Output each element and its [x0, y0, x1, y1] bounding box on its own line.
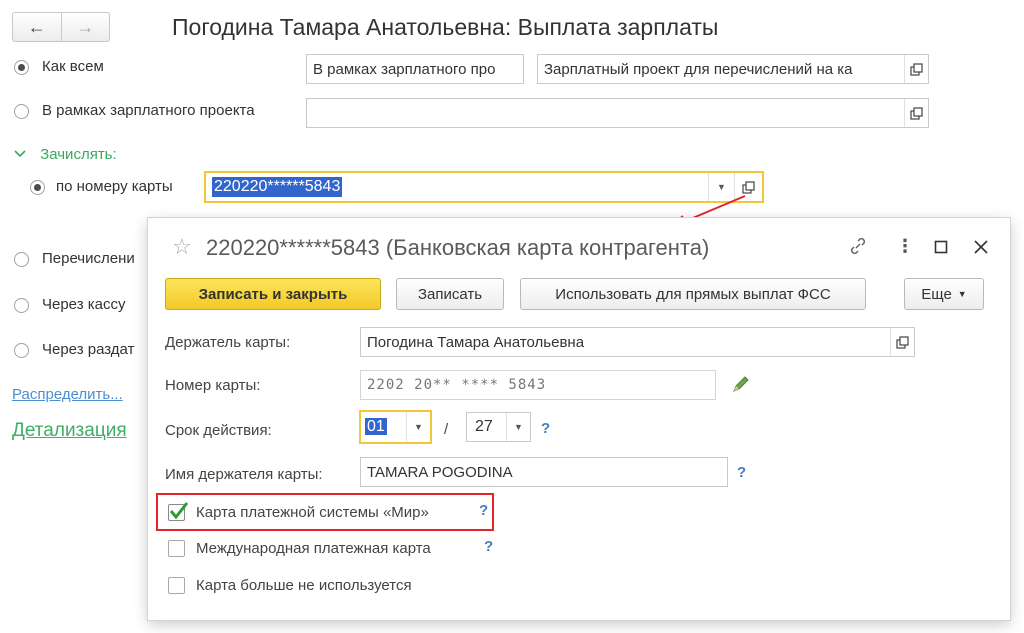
radio-cash-label: Через кассу [42, 296, 126, 313]
nav-buttons: ← → [12, 12, 110, 42]
radio-distributor[interactable] [14, 343, 29, 358]
radio-by-card[interactable] [30, 180, 45, 195]
favorite-star-icon[interactable]: ☆ [172, 234, 192, 260]
mir-help-icon[interactable]: ? [479, 502, 488, 519]
chevron-down-icon: ▼ [957, 289, 967, 299]
edit-pencil-icon[interactable] [731, 374, 751, 398]
arrow-left-icon: ← [27, 16, 46, 37]
back-button[interactable]: ← [13, 13, 61, 41]
expiry-separator: / [444, 421, 449, 438]
holder-label: Держатель карты: [165, 334, 291, 351]
dropdown-icon[interactable]: ▼ [506, 413, 530, 441]
link-icon[interactable] [848, 236, 868, 261]
not-used-label: Карта больше не используется [196, 577, 412, 594]
save-and-close-button[interactable]: Записать и закрыть [165, 278, 381, 310]
save-button[interactable]: Записать [396, 278, 504, 310]
holder-field[interactable]: Погодина Тамара Анатольевна [360, 327, 915, 357]
open-icon[interactable] [904, 55, 928, 83]
international-help-icon[interactable]: ? [484, 538, 493, 555]
radio-by-card-label: по номеру карты [56, 178, 173, 195]
mir-checkbox[interactable] [168, 502, 189, 521]
radio-distributor-label: Через раздат [42, 341, 135, 358]
expiry-year-select[interactable]: 27 ▼ [466, 412, 531, 442]
arrow-right-icon: → [76, 16, 95, 37]
radio-transfer[interactable] [14, 252, 29, 267]
expiry-help-icon[interactable]: ? [541, 420, 550, 437]
expiry-month-select[interactable]: 01 ▼ [359, 410, 432, 444]
radio-salary-project-label: В рамках зарплатного проекта [42, 102, 255, 119]
like-all-project-name-field[interactable]: Зарплатный проект для перечислений на ка [537, 54, 929, 84]
card-number-field[interactable]: 2202 20** **** 5843 [360, 370, 716, 400]
dropdown-icon[interactable]: ▼ [406, 412, 430, 442]
like-all-project-field[interactable]: В рамках зарплатного про [306, 54, 524, 84]
card-number-label: Номер карты: [165, 377, 261, 394]
international-label: Международная платежная карта [196, 540, 431, 557]
accrue-section-header[interactable]: Зачислять: [14, 146, 117, 163]
holder-name-help-icon[interactable]: ? [737, 464, 746, 481]
radio-cash[interactable] [14, 298, 29, 313]
forward-button[interactable]: → [60, 13, 110, 41]
use-for-fss-button[interactable]: Использовать для прямых выплат ФСС [520, 278, 866, 310]
details-link[interactable]: Детализация [12, 420, 127, 442]
radio-like-all-label: Как всем [42, 58, 104, 75]
holder-name-label: Имя держателя карты: [165, 466, 323, 483]
radio-transfer-label: Перечислени [42, 250, 135, 267]
international-checkbox[interactable] [168, 540, 185, 557]
open-icon[interactable] [904, 99, 928, 127]
open-icon[interactable] [890, 328, 914, 356]
close-icon[interactable] [974, 238, 988, 259]
maximize-icon[interactable] [934, 238, 948, 259]
chevron-down-icon [14, 146, 28, 163]
checkmark-icon [169, 502, 189, 520]
distribute-link[interactable]: Распределить... [12, 386, 123, 403]
mir-label: Карта платежной системы «Мир» [196, 504, 429, 521]
salary-project-field[interactable] [306, 98, 929, 128]
not-used-checkbox[interactable] [168, 577, 185, 594]
radio-salary-project[interactable] [14, 104, 29, 119]
expiry-label: Срок действия: [165, 422, 272, 439]
more-button[interactable]: Еще ▼ [904, 278, 984, 310]
bank-card-dialog: ☆ 220220******5843 (Банковская карта кон… [148, 218, 1010, 620]
more-actions-icon[interactable]: ⋮ [896, 236, 914, 257]
page-title: Погодина Тамара Анатольевна: Выплата зар… [172, 14, 719, 40]
dialog-title: 220220******5843 (Банковская карта контр… [206, 235, 710, 260]
holder-name-field[interactable]: TAMARA POGODINA [360, 457, 728, 487]
radio-like-all[interactable] [14, 60, 29, 75]
